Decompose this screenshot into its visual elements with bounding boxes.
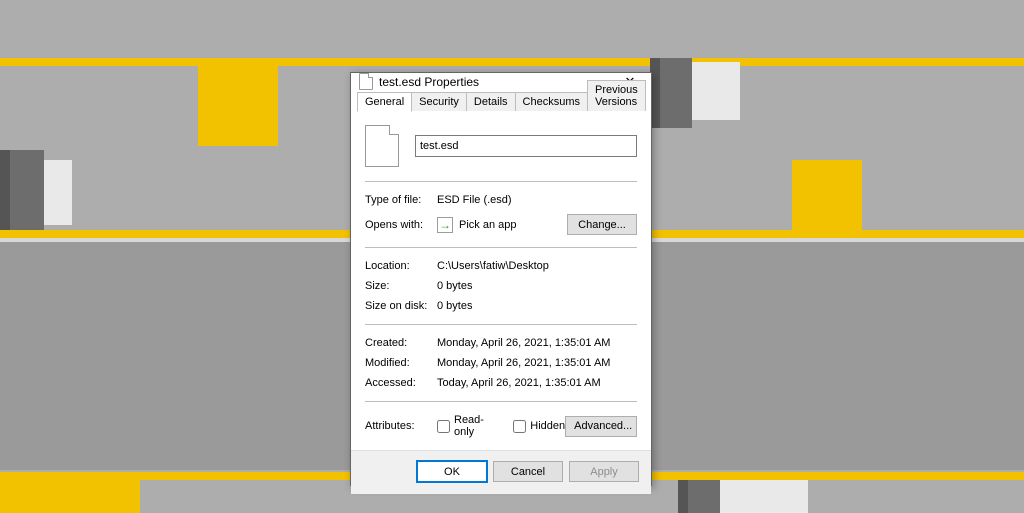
change-button[interactable]: Change...: [567, 214, 637, 235]
tab-general[interactable]: General: [357, 92, 412, 112]
value-type-of-file: ESD File (.esd): [437, 194, 637, 206]
tab-checksums[interactable]: Checksums: [515, 92, 588, 111]
label-attributes: Attributes:: [365, 420, 437, 432]
label-location: Location:: [365, 260, 437, 272]
apply-button[interactable]: Apply: [569, 461, 639, 482]
label-hidden: Hidden: [530, 420, 565, 432]
label-type-of-file: Type of file:: [365, 194, 437, 206]
file-type-icon: [365, 125, 399, 167]
cancel-button[interactable]: Cancel: [493, 461, 563, 482]
label-opens-with: Opens with:: [365, 219, 437, 231]
label-modified: Modified:: [365, 357, 437, 369]
file-icon: [359, 73, 373, 90]
value-opens-with: Pick an app: [459, 219, 516, 231]
value-location: C:\Users\fatiw\Desktop: [437, 260, 637, 272]
value-modified: Monday, April 26, 2021, 1:35:01 AM: [437, 357, 637, 369]
tab-details[interactable]: Details: [466, 92, 516, 111]
label-created: Created:: [365, 337, 437, 349]
tab-panel-general: Type of file: ESD File (.esd) Opens with…: [351, 111, 651, 450]
checkbox-read-only[interactable]: [437, 420, 450, 433]
file-properties-dialog: test.esd Properties ✕ General Security D…: [350, 72, 652, 486]
tab-security[interactable]: Security: [411, 92, 467, 111]
tabstrip: General Security Details Checksums Previ…: [351, 90, 651, 111]
pick-app-icon: →: [437, 217, 453, 233]
value-size-on-disk: 0 bytes: [437, 300, 637, 312]
tab-previous-versions[interactable]: Previous Versions: [587, 80, 646, 111]
label-read-only: Read-only: [454, 414, 499, 438]
checkbox-hidden[interactable]: [513, 420, 526, 433]
value-size: 0 bytes: [437, 280, 637, 292]
advanced-button[interactable]: Advanced...: [565, 416, 637, 437]
value-accessed: Today, April 26, 2021, 1:35:01 AM: [437, 377, 637, 389]
label-size-on-disk: Size on disk:: [365, 300, 437, 312]
label-size: Size:: [365, 280, 437, 292]
label-accessed: Accessed:: [365, 377, 437, 389]
ok-button[interactable]: OK: [417, 461, 487, 482]
value-created: Monday, April 26, 2021, 1:35:01 AM: [437, 337, 637, 349]
dialog-footer: OK Cancel Apply: [351, 450, 651, 494]
filename-input[interactable]: [415, 135, 637, 157]
window-title: test.esd Properties: [379, 75, 615, 89]
